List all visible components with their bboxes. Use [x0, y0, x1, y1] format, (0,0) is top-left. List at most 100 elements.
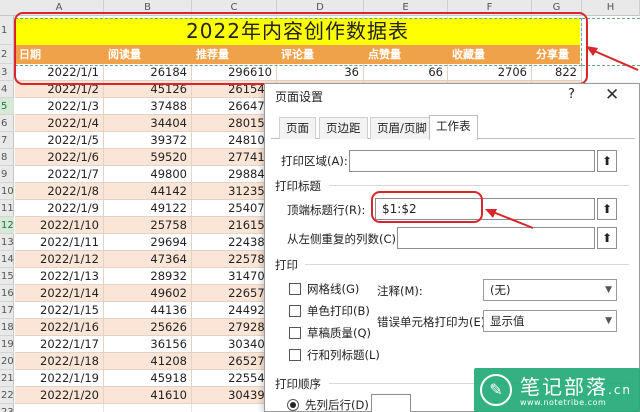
gridlines-checkbox[interactable] [289, 283, 301, 295]
table-cell[interactable]: 45918 [104, 370, 192, 387]
table-cell[interactable]: 29694 [104, 234, 192, 251]
left-columns-input[interactable] [397, 227, 595, 249]
cell-errors-select[interactable]: 显示值 ▼ [483, 310, 617, 332]
gridlines-label: 网格线(G) [307, 282, 360, 296]
row-header-3[interactable]: 3 [0, 64, 14, 81]
row-header-19[interactable]: 19 [0, 336, 14, 353]
table-cell[interactable]: 2022/1/18 [15, 353, 104, 370]
tab-header-footer[interactable]: 页眉/页脚 [370, 117, 434, 139]
table-cell[interactable]: 28932 [104, 268, 192, 285]
column-header-h[interactable]: H [582, 0, 640, 16]
page-setup-dialog[interactable]: 页面设置 ? ✕ 页面 页边距 页眉/页脚 工作表 打印区域(A): ⬆ 打印标… [264, 83, 640, 412]
print-area-label: 打印区域(A): [281, 154, 348, 168]
print-area-picker-icon[interactable]: ⬆ [597, 150, 617, 172]
draft-quality-checkbox[interactable] [289, 327, 301, 339]
row-header-6[interactable]: 6 [0, 115, 14, 132]
down-then-over-radio[interactable] [287, 399, 299, 411]
row-header-4[interactable]: 4 [0, 81, 14, 98]
black-white-checkbox[interactable] [289, 305, 301, 317]
row-col-headings-checkbox[interactable] [289, 349, 301, 361]
table-cell[interactable]: 2022/1/16 [15, 319, 104, 336]
row-col-headings-label: 行和列标题(L) [307, 348, 380, 362]
dialog-title: 页面设置 [275, 90, 324, 104]
table-cell[interactable]: 2022/1/7 [15, 166, 104, 183]
row-header-5[interactable]: 5 [0, 98, 14, 115]
row-header-1[interactable]: 1 [0, 16, 14, 45]
tab-page[interactable]: 页面 [279, 117, 316, 139]
row-header-16[interactable]: 16 [0, 285, 14, 302]
row-header-8[interactable]: 8 [0, 149, 14, 166]
table-cell[interactable]: 39372 [104, 132, 192, 149]
row-header-22[interactable]: 22 [0, 387, 14, 404]
table-cell[interactable]: 2022/1/5 [15, 132, 104, 149]
row-header-15[interactable]: 15 [0, 268, 14, 285]
table-cell[interactable]: 2022/1/15 [15, 302, 104, 319]
chevron-down-icon: ▼ [605, 316, 612, 326]
highlight-title-rows [14, 12, 588, 85]
print-section-label: 打印 [275, 258, 298, 272]
left-columns-picker-icon[interactable]: ⬆ [597, 227, 617, 249]
top-rows-picker-icon[interactable]: ⬆ [597, 198, 617, 220]
table-cell[interactable]: 2022/1/19 [15, 370, 104, 387]
table-cell[interactable]: 59520 [104, 149, 192, 166]
cell-errors-label: 错误单元格打印为(E): [377, 315, 490, 329]
tab-sheet[interactable]: 工作表 [429, 115, 478, 140]
row-header-7[interactable]: 7 [0, 132, 14, 149]
row-header-14[interactable]: 14 [0, 251, 14, 268]
table-cell[interactable]: 2022/1/12 [15, 251, 104, 268]
row-header-17[interactable]: 17 [0, 302, 14, 319]
help-icon[interactable]: ? [568, 87, 575, 102]
close-icon[interactable]: ✕ [605, 85, 619, 105]
tab-margins[interactable]: 页边距 [319, 117, 368, 139]
table-cell[interactable]: 2022/1/20 [15, 387, 104, 404]
table-cell[interactable]: 41208 [104, 353, 192, 370]
dialog-tabs: 页面 页边距 页眉/页脚 工作表 [271, 115, 635, 140]
table-cell[interactable]: 25626 [104, 319, 192, 336]
row-header-23[interactable]: 23 [0, 404, 14, 412]
row-header-2[interactable]: 2 [0, 45, 14, 64]
row-header-column: 1234567891011121314151617181920212223 [0, 16, 14, 412]
table-cell[interactable]: 2022/1/17 [15, 336, 104, 353]
print-area-input[interactable] [349, 150, 595, 172]
table-cell[interactable]: 2022/1/14 [15, 285, 104, 302]
row-header-12[interactable]: 12 [0, 217, 14, 234]
table-cell[interactable]: 2022/1/10 [15, 217, 104, 234]
print-titles-divider [329, 185, 629, 186]
table-cell[interactable]: 44136 [104, 302, 192, 319]
comments-value: (无) [490, 283, 511, 297]
row-header-10[interactable]: 10 [0, 183, 14, 200]
table-cell[interactable]: 2022/1/11 [15, 234, 104, 251]
table-cell[interactable]: 49602 [104, 285, 192, 302]
down-then-over-label: 先列后行(D) [305, 398, 369, 412]
table-cell[interactable]: 2022/1/9 [15, 200, 104, 217]
table-cell[interactable]: 2022/1/6 [15, 149, 104, 166]
table-cell[interactable]: 2022/1/13 [15, 268, 104, 285]
print-titles-section-label: 打印标题 [275, 179, 321, 193]
row-header-11[interactable]: 11 [0, 200, 14, 217]
table-cell[interactable]: 25758 [104, 217, 192, 234]
table-cell[interactable]: 41610 [104, 387, 192, 404]
table-cell[interactable]: 2022/1/8 [15, 183, 104, 200]
watermark-brand: 笔记部落.cn [520, 375, 633, 399]
row-header-21[interactable]: 21 [0, 370, 14, 387]
table-cell[interactable]: 47364 [104, 251, 192, 268]
comments-select[interactable]: (无) ▼ [483, 279, 617, 301]
table-cell[interactable]: 2022/1/3 [15, 98, 104, 115]
arrow-pointer-to-title-rows [586, 46, 639, 71]
arrow-pointer-to-top-rows [485, 209, 534, 229]
row-header-20[interactable]: 20 [0, 353, 14, 370]
page-order-preview-icon [371, 394, 411, 412]
black-white-label: 单色打印(B) [307, 304, 370, 318]
cell-errors-value: 显示值 [490, 314, 525, 328]
table-cell[interactable]: 34404 [104, 115, 192, 132]
row-header-13[interactable]: 13 [0, 234, 14, 251]
watermark-domain: www.notetribe.com [520, 398, 607, 407]
table-cell[interactable]: 36156 [104, 336, 192, 353]
row-header-9[interactable]: 9 [0, 166, 14, 183]
table-cell[interactable]: 49122 [104, 200, 192, 217]
table-cell[interactable]: 44142 [104, 183, 192, 200]
table-cell[interactable]: 49800 [104, 166, 192, 183]
row-header-18[interactable]: 18 [0, 319, 14, 336]
table-cell[interactable]: 2022/1/4 [15, 115, 104, 132]
table-cell[interactable]: 37488 [104, 98, 192, 115]
